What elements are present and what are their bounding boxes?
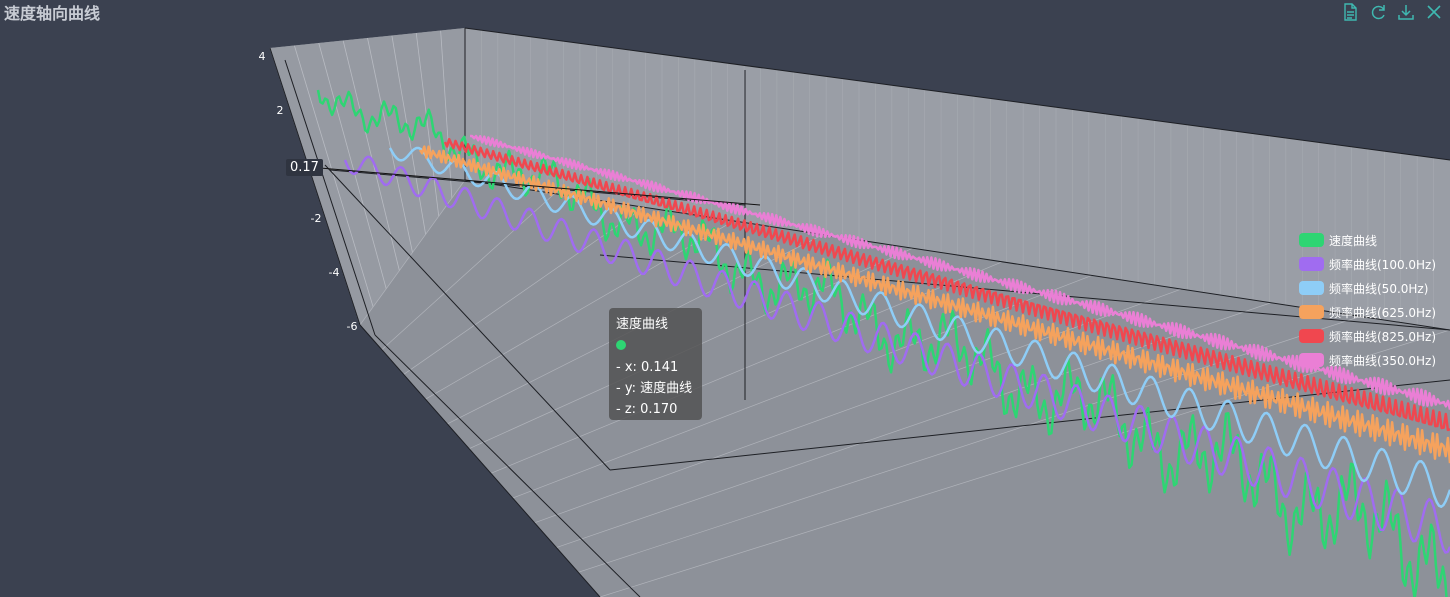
z-tick-label: 4 [259, 50, 266, 63]
legend-swatch [1299, 305, 1324, 319]
toolbox [1340, 2, 1444, 22]
legend-swatch [1299, 329, 1324, 343]
legend-label: 频率曲线(350.0Hz) [1329, 353, 1437, 368]
z-tick-label: -4 [329, 266, 340, 279]
legend-swatch [1299, 353, 1324, 367]
z-tick-label: -2 [311, 212, 322, 225]
legend-label: 频率曲线(50.0Hz) [1329, 281, 1429, 296]
legend-item[interactable]: 速度曲线 [1299, 228, 1436, 252]
tooltip: 速度曲线 - x: 0.141 - y: 速度曲线 - z: 0.170 [609, 308, 702, 420]
legend-label: 速度曲线 [1329, 233, 1378, 248]
tooltip-x: - x: 0.141 [616, 360, 679, 375]
z-tick-label: -6 [347, 320, 358, 333]
legend: 速度曲线频率曲线(100.0Hz) 频率曲线(50.0Hz) 频率曲线(625.0H… [1299, 228, 1436, 372]
legend-item[interactable]: 频率曲线(100.0Hz) [1299, 252, 1436, 276]
data-view-icon[interactable] [1340, 2, 1360, 22]
tooltip-z: - z: 0.170 [616, 402, 678, 417]
save-image-icon[interactable] [1396, 2, 1416, 22]
z-tick-label: 2 [277, 104, 284, 117]
tooltip-series: 速度曲线 [616, 317, 669, 332]
legend-label: 频率曲线(625.0Hz) [1329, 305, 1437, 320]
legend-label: 频率曲线(100.0Hz) [1329, 257, 1437, 272]
legend-swatch [1299, 281, 1324, 295]
legend-label: 频率曲线(825.0Hz) [1329, 329, 1437, 344]
legend-swatch [1299, 233, 1324, 247]
axis-pointer-label: 0.17 [286, 159, 323, 176]
legend-item[interactable]: 频率曲线(50.0Hz) [1299, 276, 1436, 300]
chart-3d[interactable]: 420-2-4-6 [0, 0, 1450, 597]
legend-swatch [1299, 257, 1324, 271]
close-icon[interactable] [1424, 2, 1444, 22]
chart-title: 速度轴向曲线 [4, 4, 101, 23]
legend-item[interactable]: 频率曲线(825.0Hz) [1299, 324, 1436, 348]
restore-icon[interactable] [1368, 2, 1388, 22]
legend-item[interactable]: 频率曲线(350.0Hz) [1299, 348, 1436, 372]
tooltip-marker [616, 340, 626, 350]
tooltip-y: - y: 速度曲线 [616, 381, 693, 396]
legend-item[interactable]: 频率曲线(625.0Hz) [1299, 300, 1436, 324]
